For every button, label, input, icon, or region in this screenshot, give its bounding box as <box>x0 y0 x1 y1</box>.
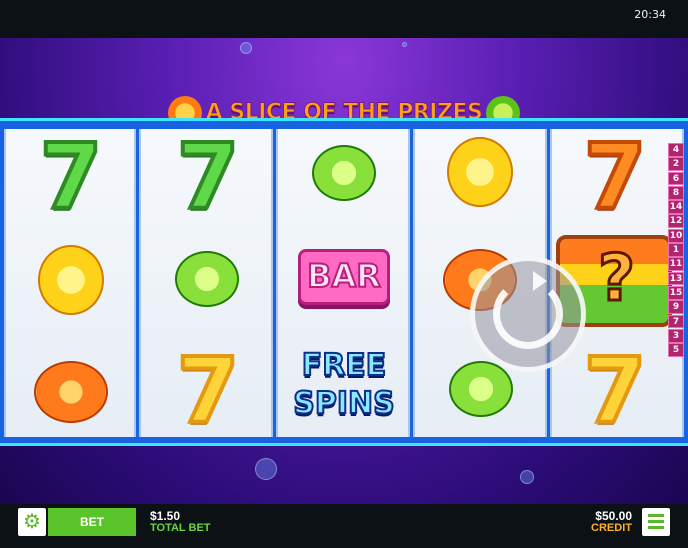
menu-button[interactable] <box>642 508 670 536</box>
payline-number: 13 <box>668 271 684 286</box>
payline-number: 6 <box>668 171 684 186</box>
total-bet-value: $1.50 <box>150 509 181 523</box>
yellow-seven-symbol: 7 <box>175 339 242 444</box>
bottom-bar: ⚙ BET $1.50 TOTAL BET $50.00 CREDIT <box>0 504 688 548</box>
bubble-decoration <box>240 42 252 54</box>
payline-number: 11 <box>668 257 684 272</box>
payline-number: 14 <box>668 200 684 214</box>
bet-button[interactable]: BET <box>48 508 136 536</box>
lemon-symbol <box>447 137 513 207</box>
lime-symbol <box>312 145 376 201</box>
hamburger-icon <box>648 520 664 523</box>
payline-number: 2 <box>668 157 684 172</box>
payline-number: 3 <box>668 328 684 343</box>
reel-frame: 426814121011113159735 7 7 7 BAR FREE SPI… <box>0 118 688 446</box>
orange-symbol <box>34 361 108 423</box>
reel-1: 7 <box>4 129 136 437</box>
clock: 20:34 <box>634 8 666 21</box>
bubble-decoration <box>255 458 277 480</box>
payline-number: 15 <box>668 285 684 300</box>
hamburger-icon <box>648 526 664 529</box>
hamburger-icon <box>648 514 664 517</box>
orange-seven-symbol: 7 <box>582 125 649 230</box>
yellow-seven-symbol: 7 <box>582 339 649 444</box>
total-bet-label: TOTAL BET <box>150 522 211 534</box>
payline-number: 4 <box>668 143 684 157</box>
lemon-symbol <box>38 245 104 315</box>
green-seven-symbol: 7 <box>175 125 242 230</box>
payline-number: 10 <box>668 228 684 243</box>
bar-symbol: BAR <box>298 249 390 305</box>
spin-icon <box>493 279 563 349</box>
free-spins-line1: FREE <box>301 347 388 384</box>
settings-button[interactable]: ⚙ <box>18 508 46 536</box>
spin-button[interactable] <box>470 256 586 372</box>
payline-indicators-right: 4 2 6 8 14 12 10 1 11 13 15 9 7 3 5 <box>668 143 684 429</box>
reel-2: 7 7 <box>139 125 273 444</box>
payline-number: 12 <box>668 214 684 229</box>
question-mark: ? <box>596 241 636 318</box>
free-spins-symbol: FREE SPINS <box>288 347 400 435</box>
status-bar: 20:34 <box>0 0 688 38</box>
bubble-decoration <box>520 470 534 484</box>
gear-icon: ⚙ <box>23 511 41 533</box>
reel-3: BAR FREE SPINS <box>276 129 410 437</box>
credit-value: $50.00 <box>595 509 632 523</box>
green-seven-symbol: 7 <box>38 125 105 230</box>
payline-number: 7 <box>668 314 684 329</box>
payline-number: 5 <box>668 343 684 357</box>
lime-symbol <box>449 361 513 417</box>
payline-number: 1 <box>668 243 684 257</box>
spin-arrow-icon <box>533 271 547 291</box>
free-spins-line2: SPINS <box>292 385 395 422</box>
payline-number: 9 <box>668 300 684 315</box>
payline-number: 8 <box>668 185 684 200</box>
credit-label: CREDIT <box>591 522 632 534</box>
lime-symbol <box>175 251 239 307</box>
bubble-decoration <box>402 42 407 47</box>
